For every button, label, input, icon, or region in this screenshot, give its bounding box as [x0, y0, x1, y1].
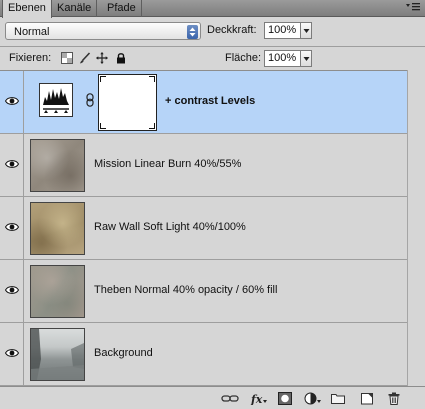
blend-mode-value: Normal: [14, 26, 50, 38]
layer-row-mission[interactable]: Mission Linear Burn 40%/55%: [0, 134, 407, 197]
fill-label: Fläche:: [225, 52, 262, 64]
lock-transparency-icon[interactable]: [61, 52, 73, 64]
layer-row-raw-wall[interactable]: Raw Wall Soft Light 40%/100%: [0, 197, 407, 260]
trash-icon[interactable]: [387, 392, 401, 405]
opacity-input[interactable]: 100%: [264, 22, 301, 39]
group-folder-icon[interactable]: [331, 392, 345, 405]
lock-row: Fixieren: Fläche: 100%: [0, 47, 425, 69]
fill-input[interactable]: 100%: [264, 50, 301, 67]
layer-row-background[interactable]: Background: [0, 323, 407, 386]
layer-thumbnail[interactable]: [30, 265, 85, 318]
layer-name[interactable]: + contrast Levels: [165, 95, 255, 107]
tab-kanaele[interactable]: Kanäle: [52, 0, 98, 17]
visibility-cell[interactable]: [0, 71, 24, 133]
layer-thumbnail[interactable]: [30, 328, 85, 381]
select-arrows-icon: [187, 25, 198, 39]
eye-icon[interactable]: [5, 159, 19, 169]
panel-menu-icon[interactable]: [405, 1, 421, 15]
opacity-label: Deckkraft:: [207, 24, 257, 36]
visibility-cell[interactable]: [0, 323, 24, 385]
opacity-stepper[interactable]: [301, 22, 312, 39]
mask-icon[interactable]: [278, 392, 292, 405]
layers-list: + contrast Levels Mission Linear Burn 40…: [0, 70, 425, 386]
layer-name[interactable]: Mission Linear Burn 40%/55%: [94, 158, 241, 170]
blend-row: Normal Deckkraft: 100%: [0, 17, 425, 45]
layer-thumbnail[interactable]: [30, 202, 85, 255]
eye-icon[interactable]: [5, 348, 19, 358]
new-layer-icon[interactable]: [360, 392, 374, 405]
eye-icon[interactable]: [5, 285, 19, 295]
fx-icon[interactable]: fx: [250, 392, 268, 405]
lock-label: Fixieren:: [9, 52, 52, 64]
visibility-cell[interactable]: [0, 260, 24, 322]
lock-position-move-icon[interactable]: [96, 52, 108, 64]
levels-adjustment-icon: [39, 83, 73, 117]
tab-pfade[interactable]: Pfade: [102, 0, 142, 17]
layer-row-contrast-levels[interactable]: + contrast Levels: [0, 71, 407, 134]
eye-icon[interactable]: [5, 96, 19, 106]
layer-name[interactable]: Theben Normal 40% opacity / 60% fill: [94, 284, 277, 296]
layer-name[interactable]: Raw Wall Soft Light 40%/100%: [94, 221, 246, 233]
visibility-cell[interactable]: [0, 134, 24, 196]
chain-link-icon[interactable]: [86, 93, 94, 107]
layer-thumbnail[interactable]: [30, 139, 85, 192]
fill-stepper[interactable]: [301, 50, 312, 67]
eye-icon[interactable]: [5, 222, 19, 232]
panel-tab-bar: Ebenen Kanäle Pfade: [0, 0, 425, 18]
layer-mask-thumbnail[interactable]: [98, 74, 157, 131]
mask-selection-frame: [100, 76, 155, 129]
tab-ebenen[interactable]: Ebenen: [2, 0, 52, 18]
layer-name[interactable]: Background: [94, 347, 153, 359]
link-layers-icon[interactable]: [221, 392, 239, 405]
svg-text:fx: fx: [250, 393, 263, 405]
visibility-cell[interactable]: [0, 197, 24, 259]
thumbnail-landscape: [31, 329, 84, 380]
lock-image-brush-icon[interactable]: [79, 52, 91, 64]
adjustment-layer-icon[interactable]: [304, 392, 322, 405]
layers-bottom-toolbar: fx: [0, 386, 425, 409]
lock-all-icon[interactable]: [115, 52, 127, 64]
layers-scrollbar[interactable]: [407, 70, 425, 386]
blend-mode-select[interactable]: Normal: [5, 22, 201, 40]
layer-row-theben[interactable]: Theben Normal 40% opacity / 60% fill: [0, 260, 407, 323]
